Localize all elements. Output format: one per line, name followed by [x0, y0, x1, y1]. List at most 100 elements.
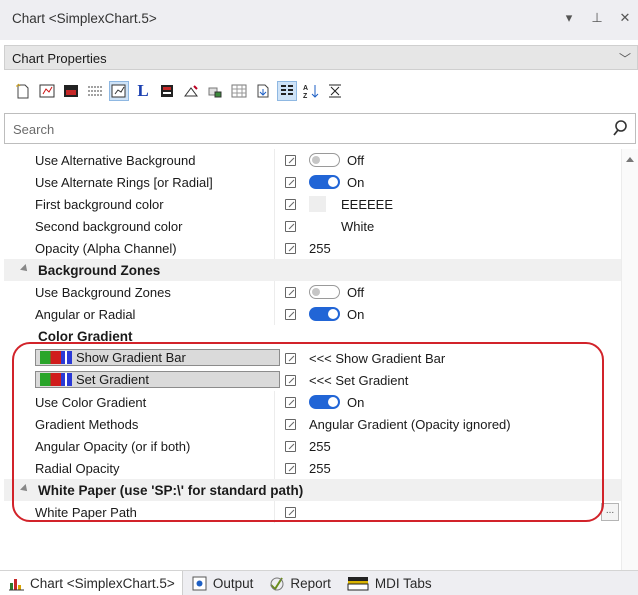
property-row[interactable]: Set Gradient <<< Set Gradient	[4, 369, 621, 391]
categorized-icon[interactable]	[277, 81, 297, 101]
property-value[interactable]: Angular Gradient (Opacity ignored)	[309, 417, 511, 432]
editable-icon	[285, 309, 296, 320]
editable-icon	[285, 243, 296, 254]
search-icon[interactable]	[611, 119, 629, 140]
property-label: White Paper Path	[35, 505, 137, 520]
toggle-value: On	[347, 175, 365, 190]
editable-icon	[285, 397, 296, 408]
chart-icon	[9, 576, 24, 591]
pin-icon[interactable]: ⊥	[590, 10, 604, 26]
property-value: <<< Set Gradient	[309, 373, 409, 388]
property-row[interactable]: Use Background Zones Off	[4, 281, 621, 303]
close-icon[interactable]: ✕	[618, 10, 632, 26]
property-grid: Use Alternative Background Off Use Alter…	[4, 149, 621, 570]
editable-icon	[285, 507, 296, 518]
color-swatch	[309, 196, 326, 212]
legend-icon[interactable]	[158, 82, 176, 100]
property-row[interactable]: White Paper Path ...	[4, 501, 621, 523]
toggle-switch[interactable]	[309, 395, 340, 409]
toggle-value: Off	[347, 285, 365, 300]
collapse-icon[interactable]	[326, 82, 344, 100]
object-selector[interactable]: Chart Properties ﹀	[4, 45, 638, 70]
property-row[interactable]: Angular or Radial On	[4, 303, 621, 325]
property-toolbar: L AZ	[4, 74, 638, 108]
paint-icon[interactable]	[182, 82, 200, 100]
button-label: Show Gradient Bar	[76, 350, 186, 365]
tab-report[interactable]: Report	[260, 571, 338, 595]
property-row[interactable]: Gradient Methods Angular Gradient (Opaci…	[4, 413, 621, 435]
grid-lines-icon[interactable]	[86, 82, 104, 100]
property-value: <<< Show Gradient Bar	[309, 351, 446, 366]
editable-icon	[285, 155, 296, 166]
color-value[interactable]: White	[341, 219, 374, 234]
editable-icon	[285, 441, 296, 452]
tab-output[interactable]: Output	[183, 571, 261, 595]
window-title: Chart <SimplexChart.5>	[12, 11, 157, 26]
property-value[interactable]: 255	[309, 241, 331, 256]
property-row[interactable]: Use Alternate Rings [or Radial] On	[4, 171, 621, 193]
scroll-up-icon[interactable]	[626, 157, 634, 162]
color-value[interactable]: EEEEEE	[341, 197, 393, 212]
category-label: Color Gradient	[38, 329, 133, 344]
property-label: Gradient Methods	[35, 417, 139, 432]
data-series-icon[interactable]	[206, 82, 224, 100]
collapse-arrow-icon[interactable]	[20, 264, 30, 274]
collapse-arrow-icon[interactable]	[20, 484, 30, 494]
tab-label: Report	[290, 575, 331, 591]
property-label: Angular or Radial	[35, 307, 136, 322]
toggle-switch[interactable]	[309, 285, 340, 299]
button-label: Set Gradient	[76, 372, 149, 387]
new-chart-icon[interactable]	[14, 82, 32, 100]
title-bar: Chart <SimplexChart.5> ▾ ⊥ ✕	[0, 0, 638, 40]
property-value[interactable]: 255	[309, 439, 331, 454]
dropdown-icon[interactable]: ▾	[562, 10, 576, 26]
property-row[interactable]: Use Alternative Background Off	[4, 149, 621, 171]
output-icon	[192, 576, 207, 591]
editable-icon	[285, 375, 296, 386]
category-background-zones[interactable]: Background Zones	[4, 259, 621, 281]
vertical-scrollbar[interactable]	[621, 149, 638, 570]
category-color-gradient[interactable]: Color Gradient	[4, 325, 621, 347]
toggle-switch[interactable]	[309, 153, 340, 167]
toggle-value: On	[347, 395, 365, 410]
chevron-down-icon[interactable]: ﹀	[619, 50, 631, 67]
editable-icon	[285, 287, 296, 298]
gradient-icon	[40, 373, 72, 386]
show-gradient-bar-button[interactable]: Show Gradient Bar	[35, 349, 280, 366]
svg-text:A: A	[303, 85, 308, 92]
set-gradient-button[interactable]: Set Gradient	[35, 371, 280, 388]
object-selector-label: Chart Properties	[12, 51, 107, 66]
category-white-paper[interactable]: White Paper (use 'SP:\' for standard pat…	[4, 479, 621, 501]
sort-alphabetical-icon[interactable]: AZ	[302, 82, 320, 100]
property-row[interactable]: Angular Opacity (or if both) 255	[4, 435, 621, 457]
property-label: Angular Opacity (or if both)	[35, 439, 191, 454]
property-row[interactable]: Second background color White	[4, 215, 621, 237]
color-swatch	[309, 218, 326, 234]
tab-chart[interactable]: Chart <SimplexChart.5>	[0, 571, 183, 595]
editable-icon	[285, 419, 296, 430]
chart-settings-icon[interactable]	[109, 81, 129, 101]
toggle-switch[interactable]	[309, 307, 340, 321]
browse-button[interactable]: ...	[601, 503, 619, 521]
property-row[interactable]: First background color EEEEEE	[4, 193, 621, 215]
properties-icon[interactable]	[38, 82, 56, 100]
table-icon[interactable]	[230, 82, 248, 100]
property-row[interactable]: Opacity (Alpha Channel) 255	[4, 237, 621, 259]
search-box[interactable]: Search	[4, 113, 636, 144]
property-label: First background color	[35, 197, 164, 212]
property-value[interactable]: 255	[309, 461, 331, 476]
editable-icon	[285, 177, 296, 188]
property-label: Radial Opacity	[35, 461, 120, 476]
chart-area-icon[interactable]	[62, 82, 80, 100]
category-label: Background Zones	[38, 263, 161, 278]
property-row[interactable]: Use Color Gradient On	[4, 391, 621, 413]
tab-label: Output	[212, 575, 254, 591]
toggle-switch[interactable]	[309, 175, 340, 189]
export-icon[interactable]	[254, 82, 272, 100]
axis-icon[interactable]: L	[134, 81, 152, 100]
gradient-icon	[40, 351, 72, 364]
tab-mdi-tabs[interactable]: MDI Tabs	[338, 571, 439, 595]
search-input[interactable]: Search	[13, 122, 54, 137]
property-row[interactable]: Radial Opacity 255	[4, 457, 621, 479]
property-row[interactable]: Show Gradient Bar <<< Show Gradient Bar	[4, 347, 621, 369]
